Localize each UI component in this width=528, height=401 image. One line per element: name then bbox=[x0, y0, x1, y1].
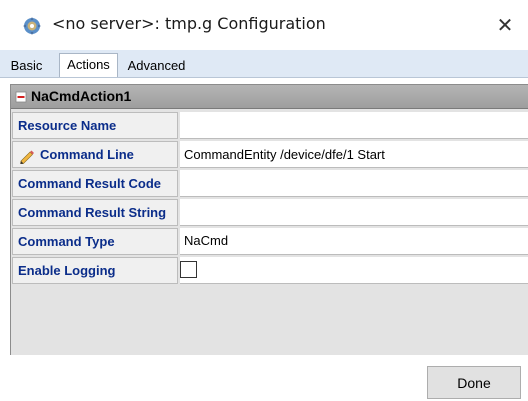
property-row-resource-name: Resource Name bbox=[12, 112, 528, 140]
command-line-label-cell: Command Line bbox=[12, 141, 178, 168]
close-button[interactable]: ✕ bbox=[488, 10, 522, 40]
section-header[interactable]: NaCmdAction1 bbox=[11, 85, 528, 109]
resource-name-input[interactable] bbox=[180, 112, 528, 138]
command-result-code-field[interactable] bbox=[180, 170, 528, 197]
property-row-command-type: Command Type NaCmd bbox=[12, 228, 528, 256]
tab-bar: Basic Actions Advanced bbox=[0, 50, 528, 78]
property-panel: NaCmdAction1 Resource Name Command Line … bbox=[10, 84, 528, 372]
command-line-input[interactable] bbox=[180, 141, 528, 167]
command-result-string-field[interactable] bbox=[180, 199, 528, 226]
command-result-code-label: Command Result Code bbox=[12, 170, 178, 197]
resource-name-field[interactable] bbox=[180, 112, 528, 139]
title-bar: <no server>: tmp.g Configuration ✕ bbox=[0, 0, 528, 50]
section-title: NaCmdAction1 bbox=[31, 88, 132, 104]
window-title: <no server>: tmp.g Configuration bbox=[52, 14, 326, 33]
property-row-command-result-string: Command Result String bbox=[12, 199, 528, 227]
close-icon: ✕ bbox=[496, 13, 514, 37]
command-type-value[interactable]: NaCmd bbox=[180, 228, 528, 255]
command-result-string-label: Command Result String bbox=[12, 199, 178, 226]
done-button[interactable]: Done bbox=[427, 366, 521, 399]
command-line-field[interactable] bbox=[180, 141, 528, 168]
tab-basic[interactable]: Basic bbox=[3, 55, 50, 76]
command-line-label: Command Line bbox=[40, 147, 134, 162]
tab-advanced[interactable]: Advanced bbox=[119, 55, 194, 76]
property-row-enable-logging: Enable Logging bbox=[12, 257, 528, 285]
tab-actions[interactable]: Actions bbox=[59, 53, 118, 77]
command-type-label: Command Type bbox=[12, 228, 178, 255]
enable-logging-label: Enable Logging bbox=[12, 257, 178, 284]
property-row-command-line: Command Line bbox=[12, 141, 528, 169]
command-result-string-input[interactable] bbox=[180, 199, 528, 225]
gear-globe-icon bbox=[23, 17, 41, 35]
pencil-icon bbox=[20, 150, 34, 164]
enable-logging-field bbox=[180, 257, 528, 284]
command-result-code-input[interactable] bbox=[180, 170, 528, 196]
enable-logging-checkbox[interactable] bbox=[180, 261, 197, 278]
property-row-command-result-code: Command Result Code bbox=[12, 170, 528, 198]
resource-name-label: Resource Name bbox=[12, 112, 178, 139]
remove-icon bbox=[15, 91, 27, 103]
